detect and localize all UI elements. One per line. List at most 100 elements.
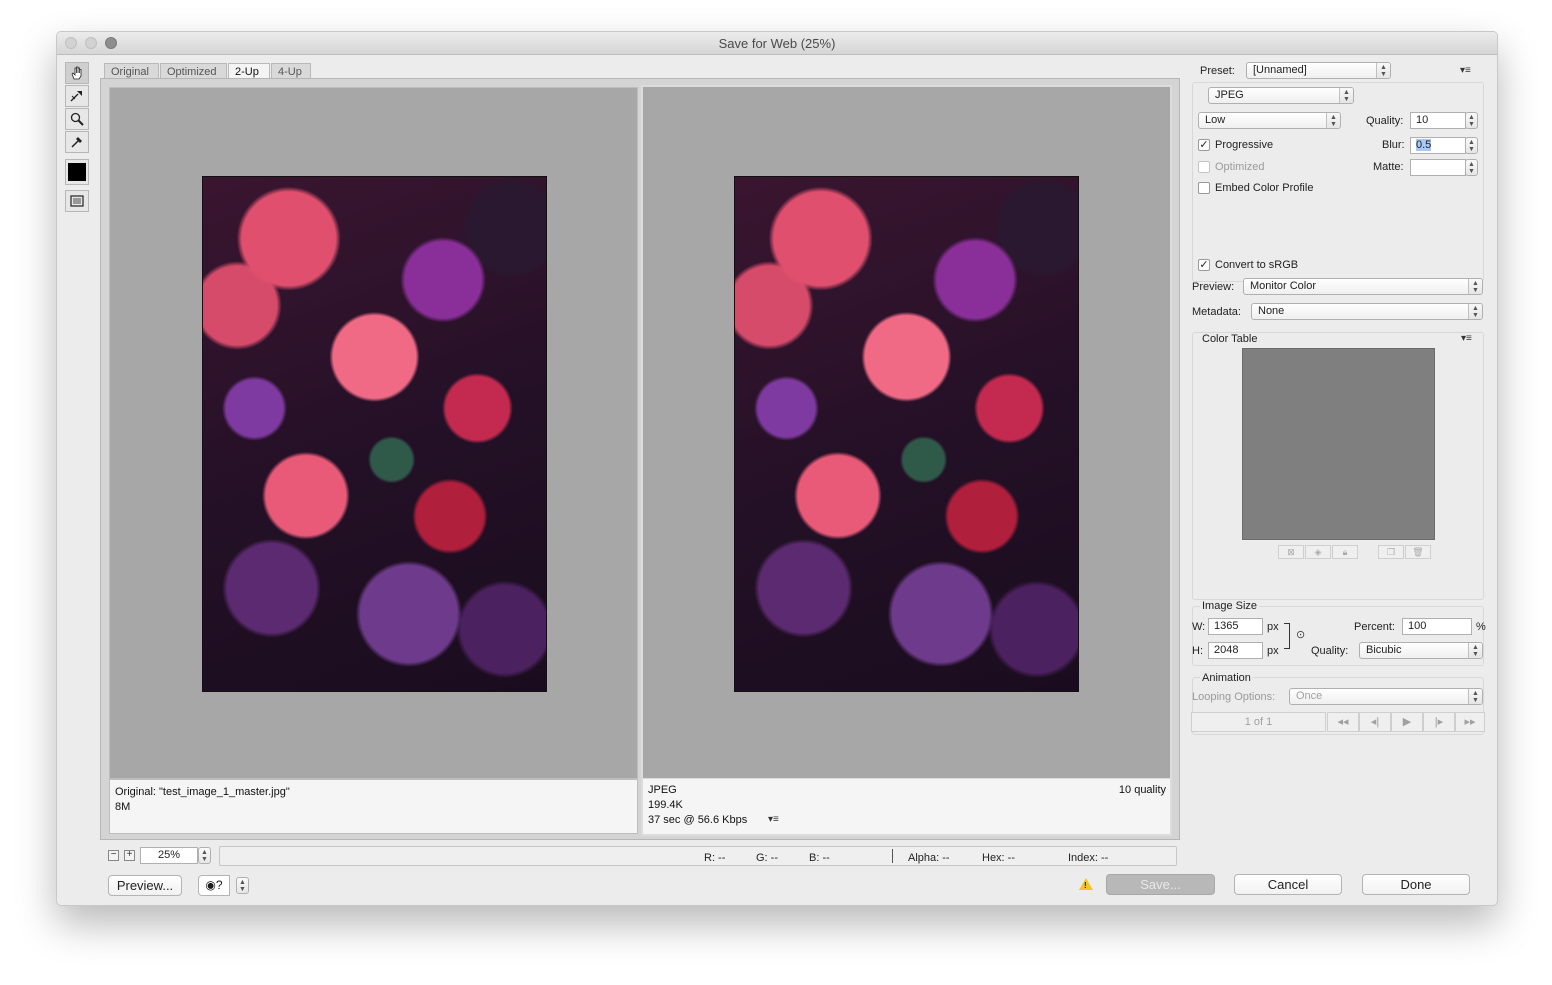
chevron-updown-icon: ▲ ▼	[1468, 279, 1482, 294]
matte-select[interactable]: ▲ ▼	[1465, 159, 1478, 176]
preset-select[interactable]: [Unnamed] ▲ ▼	[1246, 62, 1391, 79]
height-label: H:	[1192, 645, 1203, 657]
percent-label: Percent:	[1354, 621, 1395, 633]
width-input[interactable]: 1365	[1208, 618, 1263, 635]
browser-preview-icon[interactable]: ◉?	[198, 875, 230, 896]
metadata-label: Metadata:	[1192, 306, 1241, 318]
metadata-select[interactable]: None ▲ ▼	[1251, 303, 1483, 320]
chevron-updown-icon: ▲ ▼	[1468, 689, 1482, 704]
optimized-checkbox[interactable]	[1198, 161, 1210, 173]
optimized-image	[734, 176, 1079, 692]
compression-quality-select[interactable]: Low ▲ ▼	[1198, 112, 1341, 129]
readout-divider	[892, 849, 893, 863]
eyedropper-color-swatch[interactable]	[65, 159, 89, 185]
eyedropper-tool-icon[interactable]	[65, 131, 89, 153]
zoom-level-input[interactable]: 25%	[140, 847, 198, 864]
blur-input[interactable]: 0.5	[1410, 137, 1466, 154]
original-filesize: 8M	[115, 801, 131, 813]
matte-color-field[interactable]	[1410, 159, 1466, 176]
embed-color-profile-label: Embed Color Profile	[1215, 182, 1314, 194]
first-frame-icon[interactable]: ◂◂	[1327, 712, 1359, 732]
zoom-in-icon[interactable]: +	[124, 850, 135, 861]
optimized-size: 199.4K	[648, 799, 683, 811]
lock-color-icon[interactable]: 🔒︎	[1332, 545, 1358, 559]
convert-to-srgb-checkbox[interactable]: ✓	[1198, 259, 1210, 271]
status-bar: − + 25% ▲ ▼ R: -- G: -- B: -- Alpha: -- H…	[100, 845, 1180, 869]
color-table-menu-icon[interactable]: ▾≡	[1461, 333, 1472, 344]
file-format-select[interactable]: JPEG ▲ ▼	[1208, 87, 1354, 104]
window-title: Save for Web (25%)	[718, 36, 836, 51]
play-icon[interactable]: ▶	[1391, 712, 1423, 732]
alpha-readout: Alpha: --	[908, 852, 950, 864]
frame-counter: 1 of 1	[1191, 712, 1326, 732]
original-preview-pane[interactable]	[109, 87, 638, 779]
zoom-out-icon[interactable]: −	[108, 850, 119, 861]
zoom-level-select[interactable]: ▲ ▼	[198, 847, 211, 864]
optimized-preview-pane[interactable]	[641, 85, 1172, 780]
image-size-label: Image Size	[1200, 600, 1260, 612]
cancel-button[interactable]: Cancel	[1234, 874, 1342, 895]
color-table-label: Color Table	[1200, 333, 1260, 345]
optimize-settings-panel: Preset: [Unnamed] ▲ ▼ ▾≡ JPEG ▲ ▼ Low ▲ ▼ Qual…	[1188, 62, 1488, 735]
original-image	[202, 176, 547, 692]
slice-select-tool-icon[interactable]	[65, 85, 89, 107]
zoom-tool-icon[interactable]	[65, 108, 89, 130]
quality-input[interactable]: 10	[1410, 112, 1466, 129]
hex-readout: Hex: --	[982, 852, 1015, 864]
new-color-icon[interactable]: ❐	[1378, 545, 1404, 559]
preset-label: Preset:	[1200, 65, 1235, 77]
tab-4-up[interactable]: 4-Up	[271, 63, 311, 79]
previous-frame-icon[interactable]: ◂|	[1359, 712, 1391, 732]
toolbox	[65, 62, 91, 212]
original-info-panel: Original: "test_image_1_master.jpg" 8M	[109, 779, 638, 834]
tab-2-up[interactable]: 2-Up	[228, 63, 270, 79]
constrain-bracket	[1284, 623, 1290, 649]
height-input[interactable]: 2048	[1208, 642, 1263, 659]
resample-quality-select[interactable]: Bicubic ▲ ▼	[1359, 642, 1483, 659]
blur-stepper[interactable]: ▲ ▼	[1465, 137, 1478, 154]
tab-original[interactable]: Original	[104, 63, 159, 79]
preview-color-select[interactable]: Monitor Color ▲ ▼	[1243, 278, 1483, 295]
warning-mark: !	[1084, 881, 1087, 890]
delete-color-icon[interactable]: 🗑︎	[1405, 545, 1431, 559]
index-readout: Index: --	[1068, 852, 1109, 864]
color-readout-bar	[219, 846, 1177, 866]
optimized-download-time: 37 sec @ 56.6 Kbps	[648, 814, 748, 826]
blue-readout: B: --	[809, 852, 830, 864]
next-frame-icon[interactable]: |▸	[1423, 712, 1455, 732]
chevron-updown-icon: ▲ ▼	[1468, 643, 1482, 658]
toggle-slices-icon[interactable]	[65, 190, 89, 212]
last-frame-icon[interactable]: ▸▸	[1455, 712, 1485, 732]
optimize-menu-icon[interactable]: ▾≡	[1460, 65, 1471, 76]
chevron-updown-icon: ▲ ▼	[1468, 304, 1482, 319]
link-proportions-icon[interactable]: ⊙	[1296, 628, 1305, 641]
web-shift-icon[interactable]: ◈	[1305, 545, 1331, 559]
save-button[interactable]: Save...	[1106, 874, 1215, 895]
width-unit: px	[1267, 621, 1279, 633]
preview-area: Original: "test_image_1_master.jpg" 8M J…	[100, 78, 1180, 840]
optimized-label: Optimized	[1215, 161, 1265, 173]
convert-to-srgb-label: Convert to sRGB	[1215, 259, 1299, 271]
percent-input[interactable]: 100	[1402, 618, 1472, 635]
download-speed-menu-icon[interactable]: ▾≡	[768, 814, 779, 825]
looping-options-label: Looping Options:	[1192, 691, 1276, 703]
browser-select[interactable]: ▲ ▼	[236, 877, 249, 894]
preview-button[interactable]: Preview...	[108, 875, 182, 896]
color-table-swatches[interactable]	[1242, 348, 1435, 540]
quality-stepper[interactable]: ▲ ▼	[1465, 112, 1478, 129]
animation-label: Animation	[1200, 672, 1253, 684]
tab-optimized[interactable]: Optimized	[160, 63, 227, 79]
width-label: W:	[1192, 621, 1206, 633]
embed-color-profile-checkbox[interactable]	[1198, 182, 1210, 194]
save-for-web-dialog: Save for Web (25%) Original Optimized 2-…	[56, 31, 1498, 906]
matte-label: Matte:	[1373, 161, 1404, 173]
hand-tool-icon[interactable]	[65, 62, 89, 84]
percent-unit: %	[1476, 621, 1486, 633]
title-bar: Save for Web (25%)	[57, 32, 1497, 55]
looping-options-select[interactable]: Once ▲ ▼	[1289, 688, 1483, 705]
map-to-transparent-icon[interactable]: ⊠	[1278, 545, 1304, 559]
progressive-checkbox[interactable]: ✓	[1198, 139, 1210, 151]
done-button[interactable]: Done	[1362, 874, 1470, 895]
height-unit: px	[1267, 645, 1279, 657]
optimized-format: JPEG	[648, 784, 677, 796]
